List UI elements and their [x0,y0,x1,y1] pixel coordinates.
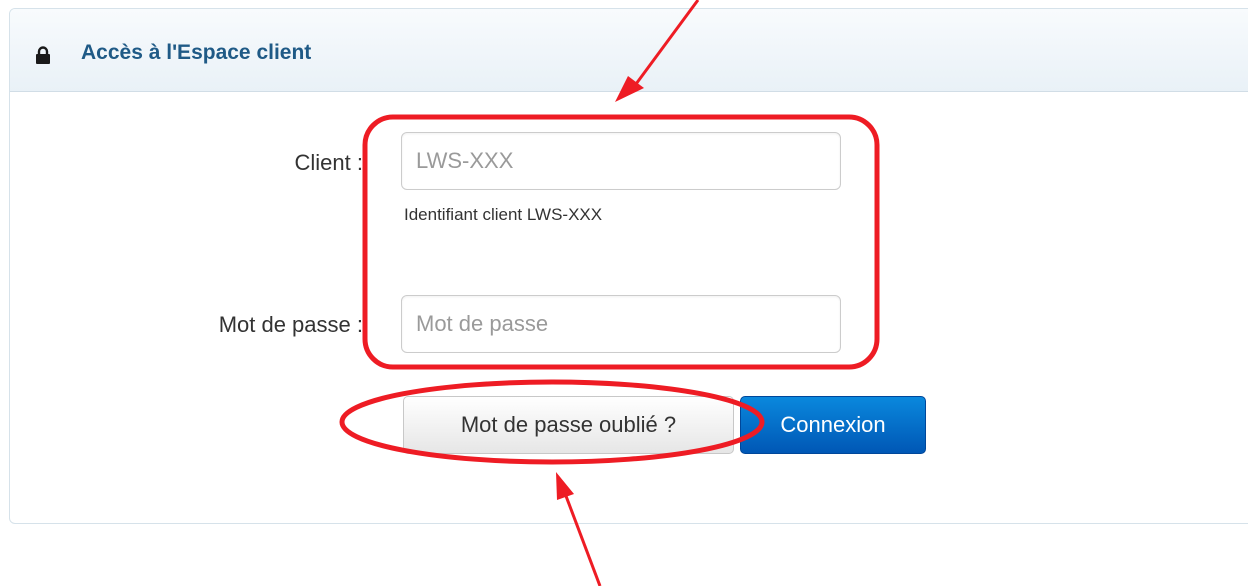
client-help-text: Identifiant client LWS-XXX [404,205,603,224]
lock-icon [36,46,50,64]
client-id-input[interactable] [401,132,841,190]
password-label: Mot de passe : [218,312,363,337]
page: Accès à l'Espace client Client : Identif… [0,0,1248,586]
password-input[interactable] [401,295,841,353]
forgot-password-button[interactable]: Mot de passe oublié ? [403,396,734,454]
panel-header: Accès à l'Espace client [10,9,1248,92]
login-button[interactable]: Connexion [740,396,926,454]
client-label: Client : [294,150,363,175]
panel-title: Accès à l'Espace client [81,41,312,64]
